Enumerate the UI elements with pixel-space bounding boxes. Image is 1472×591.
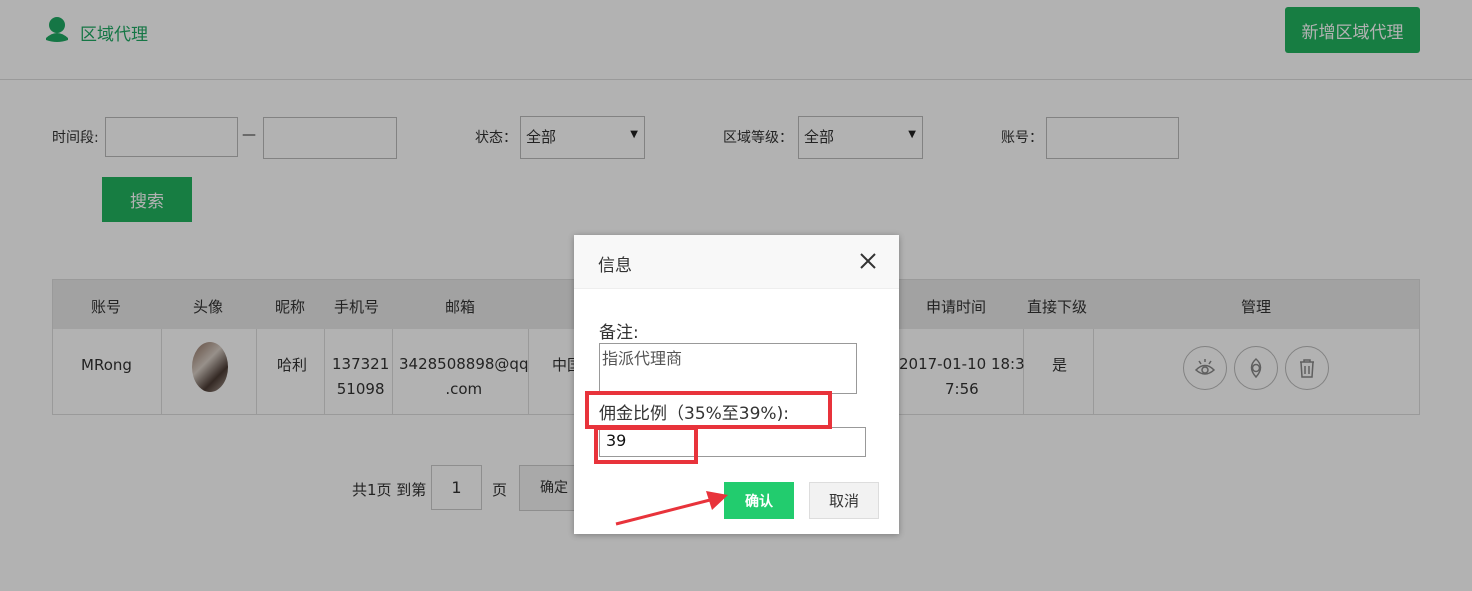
annotation-box-commission-label (585, 391, 832, 429)
remark-label: 备注: (599, 323, 639, 343)
cancel-button[interactable]: 取消 (809, 482, 879, 519)
dialog-title: 信息 (598, 256, 632, 276)
remark-textarea[interactable]: 指派代理商 (599, 343, 857, 394)
annotation-box-commission-value (594, 426, 698, 464)
close-icon[interactable] (856, 249, 880, 273)
annotation-arrow-icon (615, 491, 728, 526)
dialog-header: 信息 (574, 235, 899, 289)
